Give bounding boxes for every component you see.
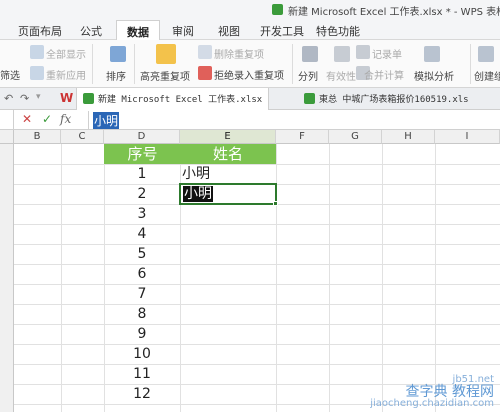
tab-developer[interactable]: 开发工具 — [260, 23, 304, 39]
text-to-columns-icon — [302, 46, 318, 62]
tab-view[interactable]: 视图 — [218, 23, 240, 39]
doc-tab-label: 新建 Microsoft Excel 工作表.xlsx — [98, 95, 263, 105]
column-header-e[interactable]: E — [180, 130, 276, 144]
validation-button[interactable]: 有效性 — [326, 68, 356, 83]
cell-name[interactable]: 小明 — [180, 164, 276, 184]
reapply-icon — [30, 66, 44, 80]
wps-sheet-icon — [272, 4, 283, 15]
cell-seq[interactable]: 4 — [104, 224, 180, 244]
record-form-button[interactable]: 记录单 — [372, 46, 402, 61]
remove-duplicates-icon — [198, 45, 212, 59]
create-group-button[interactable]: 创建组 — [474, 68, 500, 83]
header-cell-seq[interactable]: 序号 — [104, 144, 181, 164]
fill-handle[interactable] — [273, 201, 278, 206]
reject-duplicates-icon — [198, 66, 212, 80]
cell-seq[interactable]: 11 — [104, 364, 180, 384]
tab-page-layout[interactable]: 页面布局 — [18, 23, 62, 39]
cell-seq[interactable]: 6 — [104, 264, 180, 284]
column-header-b[interactable]: B — [14, 130, 61, 144]
reapply-button[interactable]: 重新应用 — [46, 67, 86, 82]
what-if-analysis-button[interactable]: 模拟分析 — [414, 68, 454, 83]
doc-tab-active[interactable]: 新建 Microsoft Excel 工作表.xlsx — [76, 88, 270, 110]
filter-button[interactable]: 筛选 — [0, 67, 22, 82]
active-cell[interactable]: 小明 — [179, 183, 277, 205]
title-bar: 新建 Microsoft Excel 工作表.xlsx * - WPS 表格 — [0, 0, 500, 20]
cell-seq[interactable]: 9 — [104, 324, 180, 344]
cell-seq[interactable]: 12 — [104, 384, 180, 404]
watermark: jb51.net 查字典 教程网 jiaocheng.chazidian.com — [370, 374, 494, 410]
cell-seq[interactable]: 2 — [104, 184, 180, 204]
cell-seq[interactable]: 5 — [104, 244, 180, 264]
row-header-strip[interactable] — [0, 144, 14, 412]
cancel-icon[interactable]: ✕ — [22, 112, 32, 126]
select-all-corner[interactable] — [0, 130, 14, 144]
highlight-duplicates-icon — [156, 44, 176, 64]
spreadsheet-grid[interactable]: B C D E F G H I 序号 姓名 1 小明 2 小明 3 4 5 6 … — [0, 130, 500, 412]
tab-formulas[interactable]: 公式 — [80, 23, 102, 39]
redo-icon[interactable]: ↷ — [20, 92, 29, 105]
dropdown-arrow-icon[interactable]: ▾ — [36, 92, 41, 102]
excel-file-icon — [83, 93, 94, 104]
remove-duplicates-button[interactable]: 删除重复项 — [214, 46, 264, 61]
record-form-icon — [356, 45, 370, 59]
undo-icon[interactable]: ↶ — [4, 92, 13, 105]
column-header-g[interactable]: G — [329, 130, 382, 144]
consolidate-button[interactable]: 合并计算 — [364, 67, 404, 82]
menu-bar: 页面布局 公式 数据 审阅 视图 开发工具 特色功能 — [0, 20, 500, 41]
sort-button[interactable]: 排序 — [106, 68, 126, 83]
doc-tab-other[interactable]: 東总 中城广场表箱报价160519.xls — [298, 88, 475, 110]
confirm-icon[interactable]: ✓ — [42, 112, 52, 126]
wps-logo-icon: W — [60, 91, 74, 105]
tab-special-features[interactable]: 特色功能 — [316, 23, 360, 39]
selected-text: 小明 — [183, 186, 213, 202]
column-header-f[interactable]: F — [276, 130, 329, 144]
cell-seq[interactable]: 7 — [104, 284, 180, 304]
window-title: 新建 Microsoft Excel 工作表.xlsx * - WPS 表格 — [288, 7, 500, 18]
show-all-icon — [30, 45, 44, 59]
watermark-title: 查字典 教程网 — [405, 384, 494, 400]
formula-value: 小明 — [93, 112, 120, 129]
formula-bar: ✕ ✓ fx 小明 — [0, 110, 500, 130]
column-header-c[interactable]: C — [61, 130, 104, 144]
group-icon — [478, 46, 494, 62]
document-tabs: ↶ ↷ ▾ W 新建 Microsoft Excel 工作表.xlsx 東总 中… — [0, 88, 500, 110]
text-to-columns-button[interactable]: 分列 — [298, 68, 318, 83]
formula-input[interactable]: 小明 — [88, 111, 500, 129]
header-cell-name[interactable]: 姓名 — [180, 144, 276, 164]
doc-tab-label: 東总 中城广场表箱报价160519.xls — [319, 95, 469, 105]
ribbon-toolbar: 全部显示 重新应用 筛选 排序 高亮重复项 删除重复项 拒绝录入重复项 分列 有… — [0, 40, 500, 88]
column-header-d[interactable]: D — [104, 130, 180, 144]
watermark-url: jiaocheng.chazidian.com — [370, 398, 494, 409]
column-header-i[interactable]: I — [435, 130, 500, 144]
cell-seq[interactable]: 8 — [104, 304, 180, 324]
tab-review[interactable]: 审阅 — [172, 23, 194, 39]
reject-duplicates-button[interactable]: 拒绝录入重复项 — [214, 67, 284, 82]
fx-icon[interactable]: fx — [60, 112, 71, 126]
sort-icon — [110, 46, 126, 62]
what-if-analysis-icon — [424, 46, 440, 62]
tab-data[interactable]: 数据 — [116, 20, 160, 41]
cell-seq[interactable]: 3 — [104, 204, 180, 224]
name-box[interactable] — [0, 110, 14, 130]
validation-icon — [334, 46, 350, 62]
highlight-duplicates-button[interactable]: 高亮重复项 — [140, 68, 190, 83]
show-all-button[interactable]: 全部显示 — [46, 46, 86, 61]
column-header-h[interactable]: H — [382, 130, 435, 144]
cell-seq[interactable]: 1 — [104, 164, 180, 184]
excel-file-icon — [304, 93, 315, 104]
cell-seq[interactable]: 10 — [104, 344, 180, 364]
